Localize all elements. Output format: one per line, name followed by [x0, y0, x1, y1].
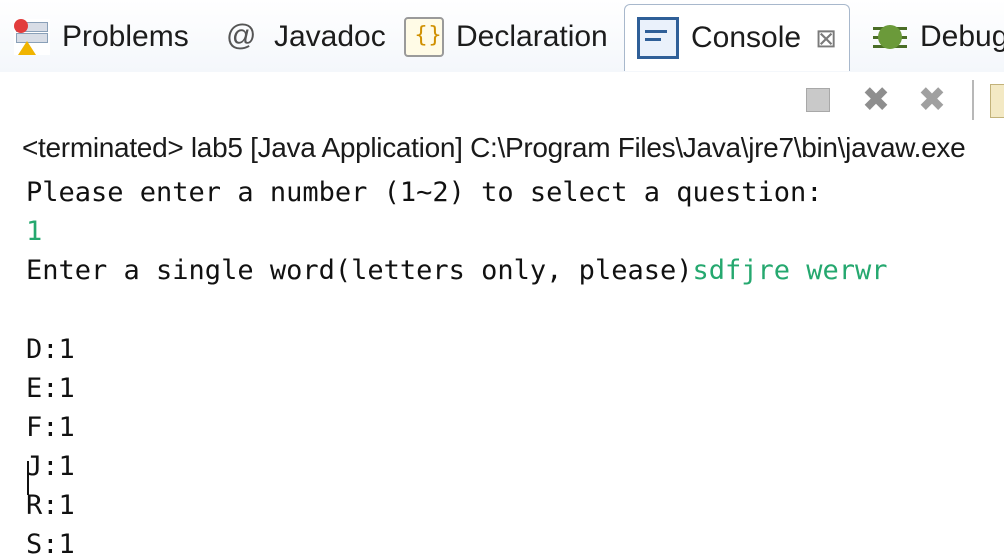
count-line: D:1	[26, 334, 75, 365]
process-status-line: <terminated> lab5 [Java Application] C:\…	[22, 132, 966, 163]
toolbar-separator	[972, 80, 974, 120]
console-icon	[637, 17, 679, 59]
view-tab-bar: Problems @ Javadoc {} Declaration Consol…	[0, 0, 1004, 72]
terminate-icon	[806, 88, 830, 112]
tab-console[interactable]: Console ⊠	[624, 4, 850, 71]
remove-launch-button[interactable]: ✖	[856, 80, 896, 120]
tab-declaration[interactable]: {} Declaration	[404, 8, 608, 66]
count-line: J:1	[26, 451, 75, 482]
word-prompt-text: Enter a single word(letters only, please…	[26, 255, 693, 286]
tab-label: Problems	[62, 20, 189, 53]
tab-javadoc[interactable]: @ Javadoc	[226, 8, 386, 66]
count-line: E:1	[26, 373, 75, 404]
remove-all-terminated-button[interactable]: ✖	[910, 80, 954, 120]
console-line-input-number: 1	[26, 216, 43, 247]
remove-launch-icon: ✖	[861, 80, 891, 120]
tab-label: Javadoc	[274, 20, 386, 53]
console-line-word-prompt: Enter a single word(letters only, please…	[26, 252, 888, 290]
count-line: F:1	[26, 412, 75, 443]
more-toolbar-button[interactable]	[990, 84, 1004, 118]
declaration-icon: {}	[404, 17, 444, 57]
terminate-button[interactable]	[802, 82, 834, 118]
count-line: R:1	[26, 490, 75, 521]
word-input-text: sdfjre werwr	[692, 255, 888, 286]
remove-all-terminated-icon: ✖	[917, 80, 947, 120]
close-icon[interactable]: ⊠	[815, 23, 837, 54]
tab-label: Declaration	[456, 20, 608, 53]
problems-icon	[14, 19, 50, 55]
tab-label: Console	[691, 21, 802, 54]
tab-debug[interactable]: Debug	[872, 8, 1004, 66]
javadoc-icon: @	[226, 19, 257, 52]
tab-label: Debug	[920, 20, 1004, 53]
console-output[interactable]: Please enter a number (1~2) to select a …	[26, 174, 1004, 555]
debug-icon	[872, 19, 908, 55]
tab-problems[interactable]: Problems	[14, 8, 189, 66]
console-line-prompt: Please enter a number (1~2) to select a …	[26, 177, 823, 208]
count-line: S:1	[26, 529, 75, 555]
